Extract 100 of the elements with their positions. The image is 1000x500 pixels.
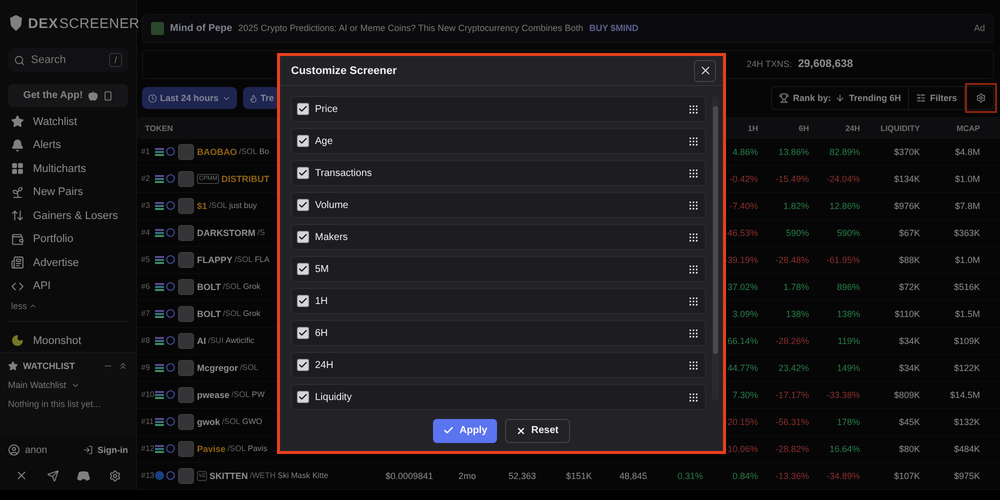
checkbox[interactable] [297,103,309,116]
rank-number: #6 [141,282,151,292]
column-option[interactable]: Age [291,128,706,154]
change-cell-text: 3.09% [731,308,759,319]
settings-icon[interactable] [109,470,122,482]
change-cell-text: 138% [836,308,861,319]
token-description: Awticific [226,336,254,346]
mcap-cell-text: $1.0M [954,254,981,265]
quote-symbol: /WETH [250,471,276,480]
drag-handle-icon[interactable] [688,392,699,403]
settings-button[interactable] [965,83,997,114]
photo-placeholder [178,278,194,295]
column-option[interactable]: Transactions [291,160,706,186]
ad-banner[interactable]: Mind of Pepe 2025 Crypto Predictions: AI or Meme Coins? This New Cryptocurrency Combines Both BUY $MIND Ad [142,14,994,43]
stat-value: 29,608,638 [798,58,853,70]
search-icon [14,54,25,66]
change-cell-text: 0.84% [731,470,759,481]
mcap-cell-text: $109K [952,336,981,346]
nav-item[interactable]: Multicharts [8,160,128,178]
change-cell-text: 119% [836,336,861,346]
stat-label: 24H TXNS: [746,59,792,70]
filters-button[interactable]: Filters [908,87,965,110]
apply-button[interactable]: Apply [433,418,498,443]
drag-handle-icon[interactable] [688,360,699,371]
checkbox[interactable] [297,295,309,308]
checkbox[interactable] [297,135,309,148]
column-option[interactable]: Price [291,96,706,122]
liquidity-cell-text: $370K [892,146,921,157]
get-app-button[interactable]: Get the App! [8,84,128,107]
nav-item[interactable]: Gainers & Losers [8,207,128,224]
nav-item[interactable]: API [8,278,128,295]
nav-item[interactable]: Alerts [8,136,128,154]
change-cell-text: 23.42% [777,362,810,373]
star-icon [8,361,18,371]
quote-symbol: /SOL [222,282,242,292]
drag-handle-icon[interactable] [688,328,699,339]
quote-symbol: /SUI [208,336,224,346]
drag-handle-icon[interactable] [688,168,699,179]
liquidity-cell-text: $976K [892,200,921,211]
reset-button[interactable]: Reset [505,418,570,443]
drag-handle-icon[interactable] [688,232,699,243]
quote-symbol: /SOL [209,201,228,210]
column-option[interactable]: 5M [291,256,706,282]
checkbox[interactable] [297,359,309,372]
ring-icon [166,390,175,400]
rank-number: #9 [141,363,151,372]
rank-number: #2 [141,174,151,184]
token-name: BOLT [197,282,221,292]
token-description: GWO [242,417,262,426]
checkbox[interactable] [297,391,309,404]
checkbox[interactable] [297,263,309,276]
empty-message: Nothing in this list yet... [8,399,102,409]
token-name: gwok [197,416,220,427]
column-option[interactable]: Volume [291,192,706,218]
checkbox[interactable] [297,327,309,340]
rank-number: #13 [141,471,153,480]
period-button[interactable]: Last 24 hours [142,87,237,110]
drag-handle-icon[interactable] [688,136,699,147]
ring-icon [166,417,175,426]
drag-handle-icon[interactable] [688,264,699,275]
drag-handle-icon[interactable] [688,104,699,115]
close-button[interactable] [694,60,716,82]
change-cell-text: -20.15% [723,416,759,427]
nav-item[interactable]: Moonshot [8,332,128,350]
column-option[interactable]: 6H [291,320,706,346]
nav-item[interactable]: New Pairs [8,184,128,201]
paper-plane-icon[interactable] [46,470,59,482]
checkbox[interactable] [297,199,309,212]
wallet-icon [11,232,24,246]
nav-item[interactable]: Advertise [8,254,128,272]
settings-icon [976,93,986,104]
search-field[interactable]: Search / [8,48,128,72]
token-description: Grok [243,309,260,318]
x-icon[interactable] [14,469,28,482]
column-option[interactable]: Liquidity [291,384,706,410]
change-cell-text: -28.26% [774,336,810,346]
logo-text: DEX [28,15,58,31]
nav-item[interactable]: Watchlist [8,113,128,130]
clock-icon [148,94,157,103]
scrollbar[interactable] [712,96,719,402]
chat-logo-icon[interactable] [77,470,90,480]
sign-in-link[interactable]: Sign-in [98,445,128,455]
brand-logo [151,22,164,35]
nav-item[interactable]: Portfolio [8,230,128,248]
drag-handle-icon[interactable] [688,200,699,211]
buy-link[interactable]: BUY $MIND [589,23,639,34]
checkbox[interactable] [297,167,309,180]
photo-placeholder [178,440,194,457]
less-toggle[interactable]: less [11,301,28,311]
watchlist-selector[interactable]: Main Watchlist [8,380,128,390]
x-mark-icon [516,426,526,436]
column-option[interactable]: 24H [291,352,706,378]
option-label: Transactions [315,168,373,179]
rank-by-button[interactable]: Rank by: Trending 6H [772,87,909,110]
expand-icon[interactable] [118,361,128,371]
price-cell-text: $0.0009841 [384,470,434,481]
drag-handle-icon[interactable] [688,296,699,307]
checkbox[interactable] [297,231,309,244]
column-option[interactable]: Makers [291,224,706,250]
column-option[interactable]: 1H [291,288,706,314]
